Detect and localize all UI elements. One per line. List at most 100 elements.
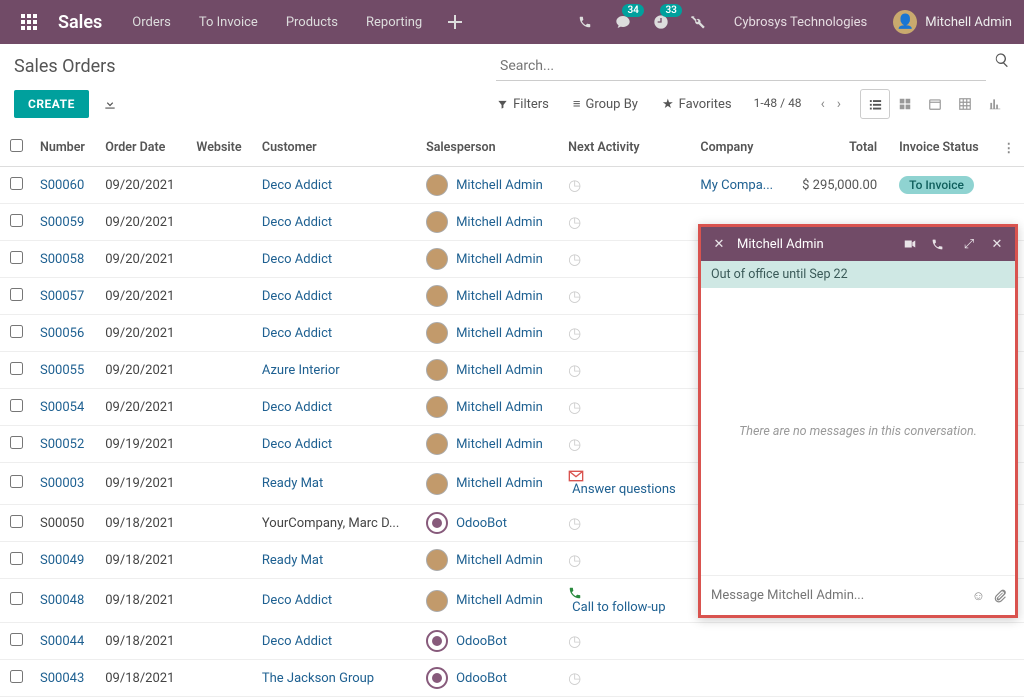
row-checkbox[interactable] [10,633,23,646]
salesperson-link[interactable]: Mitchell Admin [456,593,543,608]
salesperson-link[interactable]: Mitchell Admin [456,326,543,341]
chat-header[interactable]: ✕ Mitchell Admin ⤢ ✕ [701,227,1015,261]
pager[interactable]: 1-48 / 48 [748,97,808,111]
pager-prev[interactable]: ‹ [816,94,830,114]
view-graph-icon[interactable] [980,89,1010,119]
attach-icon[interactable] [993,589,1007,603]
order-number[interactable]: S00044 [40,634,84,649]
order-number[interactable]: S00060 [40,178,84,193]
close-icon[interactable]: ✕ [987,237,1007,252]
row-checkbox[interactable] [10,670,23,683]
tools-icon[interactable] [682,0,716,44]
clock-icon[interactable]: ◷ [568,551,581,569]
salesperson-link[interactable]: OdooBot [456,634,507,649]
salesperson-link[interactable]: Mitchell Admin [456,363,543,378]
order-number[interactable]: S00055 [40,363,84,378]
customer-link[interactable]: Deco Addict [262,634,332,649]
col-invoice[interactable]: Invoice Status [891,129,993,167]
col-number[interactable]: Number [32,129,97,167]
apps-icon[interactable] [12,0,46,44]
clock-icon[interactable]: ◷ [568,176,581,194]
row-checkbox[interactable] [10,515,23,528]
nav-products[interactable]: Products [274,0,350,44]
col-company[interactable]: Company [692,129,787,167]
customer-link[interactable]: Ready Mat [262,553,323,568]
customer-link[interactable]: Deco Addict [262,593,332,608]
row-checkbox[interactable] [10,177,23,190]
salesperson-link[interactable]: Mitchell Admin [456,400,543,415]
row-checkbox[interactable] [10,251,23,264]
clock-icon[interactable]: ◷ [568,398,581,416]
row-checkbox[interactable] [10,399,23,412]
row-checkbox[interactable] [10,362,23,375]
clock-icon[interactable]: ◷ [568,250,581,268]
customer-link[interactable]: Deco Addict [262,178,332,193]
order-number[interactable]: S00048 [40,593,84,608]
activity-link[interactable]: Answer questions [572,482,676,497]
video-icon[interactable] [903,237,923,251]
order-number[interactable]: S00052 [40,437,84,452]
table-row[interactable]: S0004409/18/2021Deco AddictOdooBot◷ [0,623,1024,660]
view-calendar-icon[interactable] [920,89,950,119]
activity-link[interactable]: Call to follow-up [572,600,665,615]
customer-link[interactable]: YourCompany, Marc D... [262,516,399,531]
row-checkbox[interactable] [10,436,23,449]
col-website[interactable]: Website [188,129,253,167]
emoji-icon[interactable]: ☺ [972,588,985,604]
order-number[interactable]: S00003 [40,476,84,491]
col-options-icon[interactable]: ⋮ [993,129,1024,167]
order-number[interactable]: S00057 [40,289,84,304]
groupby-button[interactable]: ≡ Group By [565,92,646,116]
customer-link[interactable]: Deco Addict [262,289,332,304]
customer-link[interactable]: Deco Addict [262,437,332,452]
clock-icon[interactable]: ◷ [568,287,581,305]
search-input[interactable] [496,52,986,81]
customer-link[interactable]: Ready Mat [262,476,323,491]
row-checkbox[interactable] [10,552,23,565]
expand-icon[interactable]: ⤢ [959,237,979,252]
customer-link[interactable]: The Jackson Group [262,671,374,686]
customer-link[interactable]: Deco Addict [262,400,332,415]
chat-input[interactable] [709,582,964,609]
chat-icon[interactable]: 34 [606,0,640,44]
company-name[interactable]: Cybrosys Technologies [720,15,881,30]
filters-button[interactable]: Filters [489,93,557,116]
create-button[interactable]: CREATE [14,90,89,118]
order-number[interactable]: S00059 [40,215,84,230]
salesperson-link[interactable]: Mitchell Admin [456,252,543,267]
order-number[interactable]: S00058 [40,252,84,267]
order-number[interactable]: S00056 [40,326,84,341]
customer-link[interactable]: Azure Interior [262,363,340,378]
company-link[interactable]: My Compa... [700,178,773,193]
search-icon[interactable] [994,52,1010,81]
salesperson-link[interactable]: Mitchell Admin [456,178,543,193]
clock-icon[interactable]: ◷ [568,669,581,687]
view-pivot-icon[interactable] [950,89,980,119]
table-row[interactable]: S0004309/18/2021The Jackson GroupOdooBot… [0,660,1024,697]
pager-next[interactable]: › [832,94,846,114]
clock-icon[interactable]: ◷ [568,324,581,342]
order-number[interactable]: S00050 [40,516,84,531]
salesperson-link[interactable]: Mitchell Admin [456,476,543,491]
order-number[interactable]: S00043 [40,671,84,686]
customer-link[interactable]: Deco Addict [262,326,332,341]
col-customer[interactable]: Customer [254,129,418,167]
col-total[interactable]: Total [787,129,891,167]
app-brand[interactable]: Sales [58,12,102,33]
phone-icon[interactable] [568,0,602,44]
salesperson-link[interactable]: OdooBot [456,516,507,531]
clock-icon[interactable]: ◷ [568,361,581,379]
salesperson-link[interactable]: Mitchell Admin [456,289,543,304]
col-salesperson[interactable]: Salesperson [418,129,560,167]
nav-add-icon[interactable] [438,0,472,44]
nav-to-invoice[interactable]: To Invoice [187,0,270,44]
row-checkbox[interactable] [10,288,23,301]
salesperson-link[interactable]: Mitchell Admin [456,215,543,230]
row-checkbox[interactable] [10,475,23,488]
clock-icon[interactable]: ◷ [568,514,581,532]
salesperson-link[interactable]: OdooBot [456,671,507,686]
favorites-button[interactable]: ★ Favorites [654,93,740,116]
call-icon[interactable] [931,238,951,251]
col-activity[interactable]: Next Activity [560,129,692,167]
nav-orders[interactable]: Orders [120,0,183,44]
